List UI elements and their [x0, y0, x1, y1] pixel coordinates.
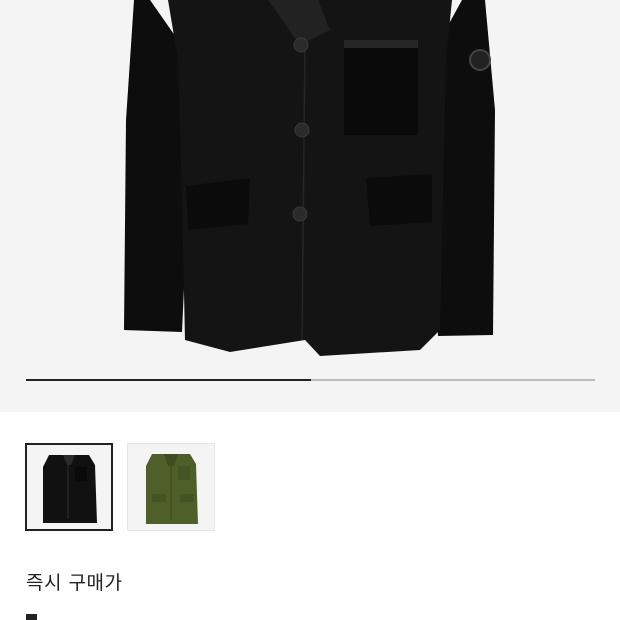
black-jacket-thumbnail — [43, 455, 97, 523]
thumbnail-black[interactable] — [25, 443, 113, 531]
product-image-area[interactable] — [0, 0, 620, 412]
jacket-image — [124, 0, 495, 356]
instant-price-label: 즉시 구매가 — [26, 572, 123, 594]
price-value-partial — [26, 614, 37, 620]
thumbnail-olive[interactable] — [127, 443, 215, 531]
olive-jacket-thumbnail — [146, 454, 198, 524]
gallery-progress-track[interactable] — [26, 379, 595, 381]
gallery-progress-fill — [26, 379, 311, 381]
